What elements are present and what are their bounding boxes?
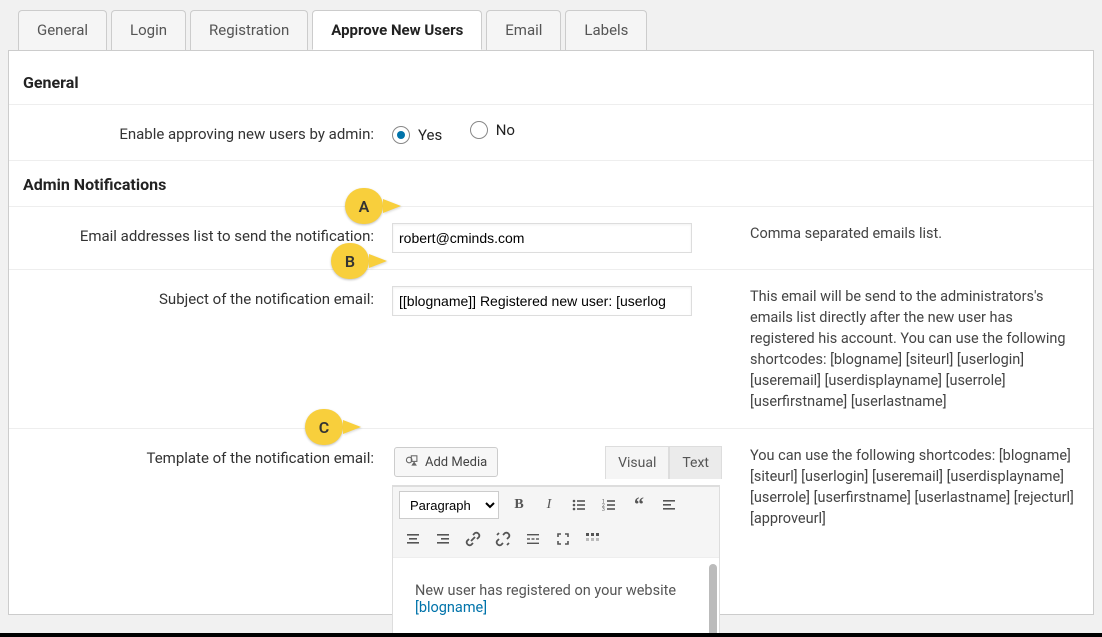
- editor-shortcode-link[interactable]: [blogname]: [415, 599, 487, 616]
- scrollbar-thumb[interactable]: [709, 564, 717, 637]
- read-more-button[interactable]: [519, 525, 547, 553]
- wysiwyg-editor: Paragraph B I 123 “: [392, 485, 720, 637]
- numbered-list-button[interactable]: 123: [595, 491, 623, 519]
- subject-help: This email will be send to the administr…: [722, 286, 1075, 412]
- subject-input[interactable]: [392, 286, 692, 316]
- tab-general[interactable]: General: [18, 10, 107, 50]
- add-media-label: Add Media: [425, 455, 487, 470]
- editor-tab-visual[interactable]: Visual: [605, 446, 669, 479]
- add-media-button[interactable]: Add Media: [394, 447, 498, 477]
- email-list-help: Comma separated emails list.: [722, 223, 1075, 244]
- radio-yes[interactable]: Yes: [392, 126, 442, 144]
- section-title-admin-notifications: Admin Notifications: [9, 161, 1093, 207]
- template-help: You can use the following shortcodes: [b…: [722, 445, 1075, 529]
- radio-circle-icon: [392, 126, 410, 144]
- tab-labels[interactable]: Labels: [565, 10, 647, 50]
- editor-toolbar: Paragraph B I 123 “: [393, 486, 719, 557]
- subject-label: Subject of the notification email:: [27, 286, 392, 308]
- section-title-general: General: [9, 71, 1093, 105]
- align-left-button[interactable]: [655, 491, 683, 519]
- row-subject: Subject of the notification email: This …: [9, 270, 1093, 429]
- bold-button[interactable]: B: [505, 491, 533, 519]
- link-button[interactable]: [459, 525, 487, 553]
- align-right-button[interactable]: [429, 525, 457, 553]
- blockquote-button[interactable]: “: [625, 491, 653, 519]
- italic-button[interactable]: I: [535, 491, 563, 519]
- row-template: Template of the notification email: Add …: [9, 429, 1093, 637]
- radio-circle-icon: [470, 121, 488, 139]
- toolbar-toggle-button[interactable]: [579, 525, 607, 553]
- editor-body[interactable]: New user has registered on your website …: [393, 557, 719, 637]
- row-email-list: Email addresses list to send the notific…: [9, 207, 1093, 270]
- media-icon: [405, 453, 419, 471]
- tab-panel: General Enable approving new users by ad…: [8, 50, 1094, 615]
- tab-registration[interactable]: Registration: [190, 10, 308, 50]
- enable-label: Enable approving new users by admin:: [27, 121, 392, 143]
- email-list-input[interactable]: [392, 223, 692, 253]
- settings-tabs: General Login Registration Approve New U…: [0, 0, 1102, 50]
- editor-text-line: New user has registered on your website: [415, 582, 697, 599]
- tab-approve-new-users[interactable]: Approve New Users: [312, 10, 482, 50]
- align-center-button[interactable]: [399, 525, 427, 553]
- radio-yes-label: Yes: [418, 126, 442, 144]
- svg-text:3: 3: [602, 507, 605, 513]
- fullscreen-button[interactable]: [549, 525, 577, 553]
- bullet-list-button[interactable]: [565, 491, 593, 519]
- tab-email[interactable]: Email: [486, 10, 561, 50]
- template-label: Template of the notification email:: [27, 445, 392, 467]
- row-enable-approving: Enable approving new users by admin: Yes…: [9, 105, 1093, 161]
- radio-no-label: No: [496, 121, 515, 139]
- format-select[interactable]: Paragraph: [399, 491, 499, 519]
- tab-login[interactable]: Login: [111, 10, 186, 50]
- email-list-label: Email addresses list to send the notific…: [27, 223, 392, 245]
- radio-no[interactable]: No: [470, 121, 515, 139]
- unlink-button[interactable]: [489, 525, 517, 553]
- editor-tab-text[interactable]: Text: [669, 446, 722, 479]
